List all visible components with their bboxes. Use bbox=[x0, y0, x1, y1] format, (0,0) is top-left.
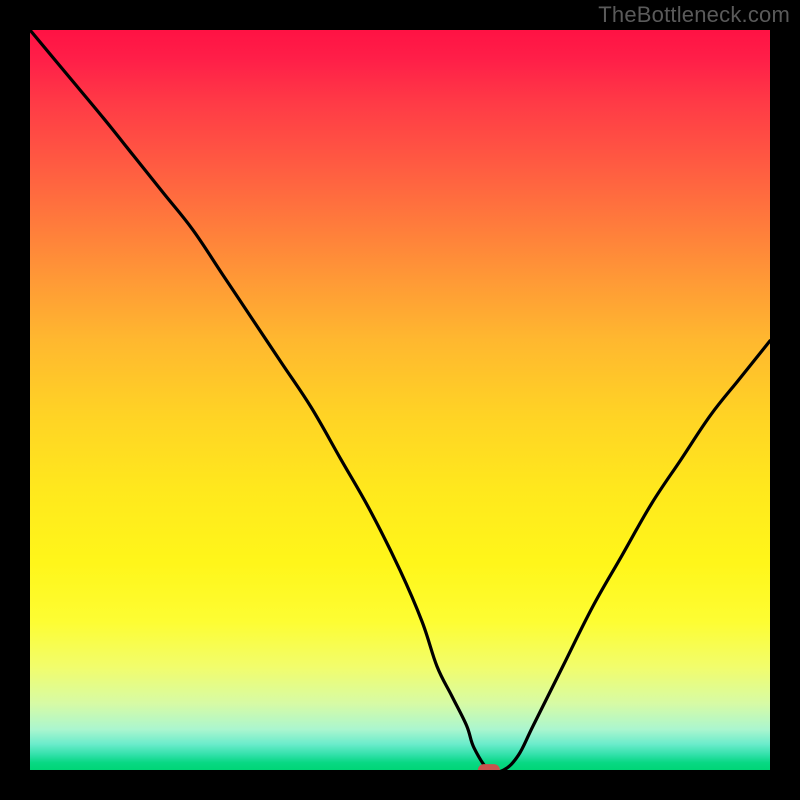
curve-layer bbox=[30, 30, 770, 770]
watermark-text: TheBottleneck.com bbox=[598, 2, 790, 28]
bottleneck-curve bbox=[30, 30, 770, 770]
plot-area bbox=[30, 30, 770, 770]
chart-frame: TheBottleneck.com bbox=[0, 0, 800, 800]
optimum-marker bbox=[478, 764, 500, 770]
